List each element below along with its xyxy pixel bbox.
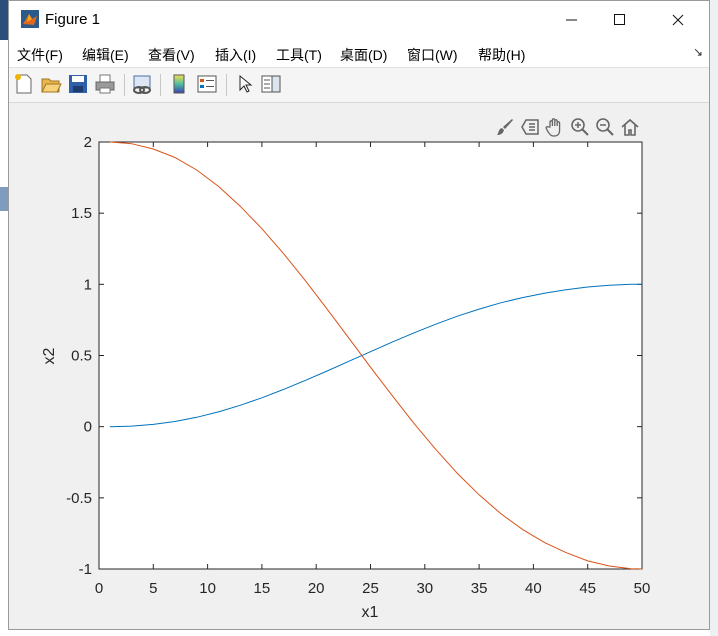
line-chart[interactable]: 0 5 10 15 20 25 30 35 40 45 50 21.510.50-0.5-1 x1 … bbox=[0, 0, 718, 636]
axes-box bbox=[98, 141, 643, 570]
x-tick-label: 40 bbox=[525, 580, 542, 597]
y-tick-label: 1.5 bbox=[71, 205, 92, 222]
y-tick-label: -1 bbox=[79, 561, 92, 578]
x-tick-label: 25 bbox=[362, 580, 379, 597]
y-tick-label: 1 bbox=[84, 276, 92, 293]
x-tick-label: 15 bbox=[254, 580, 271, 597]
y-tick-label: 2 bbox=[84, 134, 92, 151]
x-tick-label: 5 bbox=[149, 580, 157, 597]
x-tick-label: 35 bbox=[471, 580, 488, 597]
y-axis-label: x2 bbox=[41, 347, 58, 364]
y-tick-label: -0.5 bbox=[66, 490, 92, 507]
y-tick-label: 0.5 bbox=[71, 348, 92, 365]
x-tick-label: 20 bbox=[308, 580, 325, 597]
y-tick-label: 0 bbox=[84, 419, 92, 436]
x-tick-label: 10 bbox=[199, 580, 216, 597]
x-tick-label: 0 bbox=[95, 580, 103, 597]
x-tick-label: 45 bbox=[579, 580, 596, 597]
x-tick-label: 50 bbox=[634, 580, 651, 597]
x-tick-label: 30 bbox=[416, 580, 433, 597]
x-axis-label: x1 bbox=[362, 604, 379, 621]
